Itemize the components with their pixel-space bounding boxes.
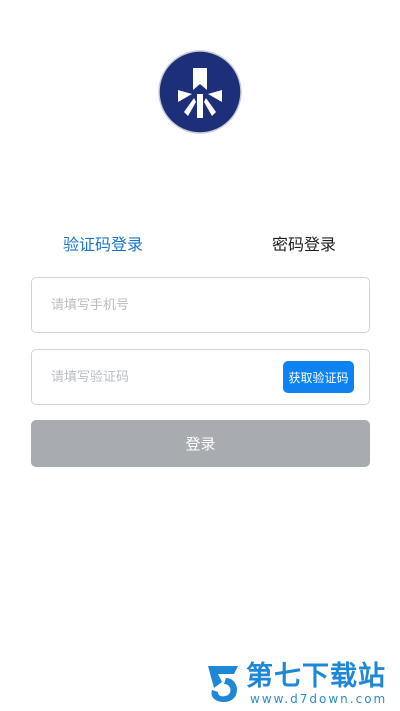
phone-input[interactable] — [51, 278, 351, 332]
watermark-url: www.d7down.com — [250, 692, 388, 706]
code-field: 获取验证码 — [31, 349, 370, 405]
watermark-logo-icon — [208, 666, 238, 702]
app-logo-icon — [158, 50, 242, 134]
watermark: 第七下载站 www.d7down.com — [204, 660, 396, 708]
code-input[interactable] — [51, 350, 271, 404]
get-code-button[interactable]: 获取验证码 — [283, 361, 354, 393]
tab-sms-login[interactable]: 验证码登录 — [63, 235, 143, 255]
watermark-title: 第七下载站 — [246, 661, 386, 692]
phone-field — [31, 277, 370, 333]
login-button[interactable]: 登录 — [31, 420, 370, 467]
tab-password-login[interactable]: 密码登录 — [272, 235, 336, 255]
